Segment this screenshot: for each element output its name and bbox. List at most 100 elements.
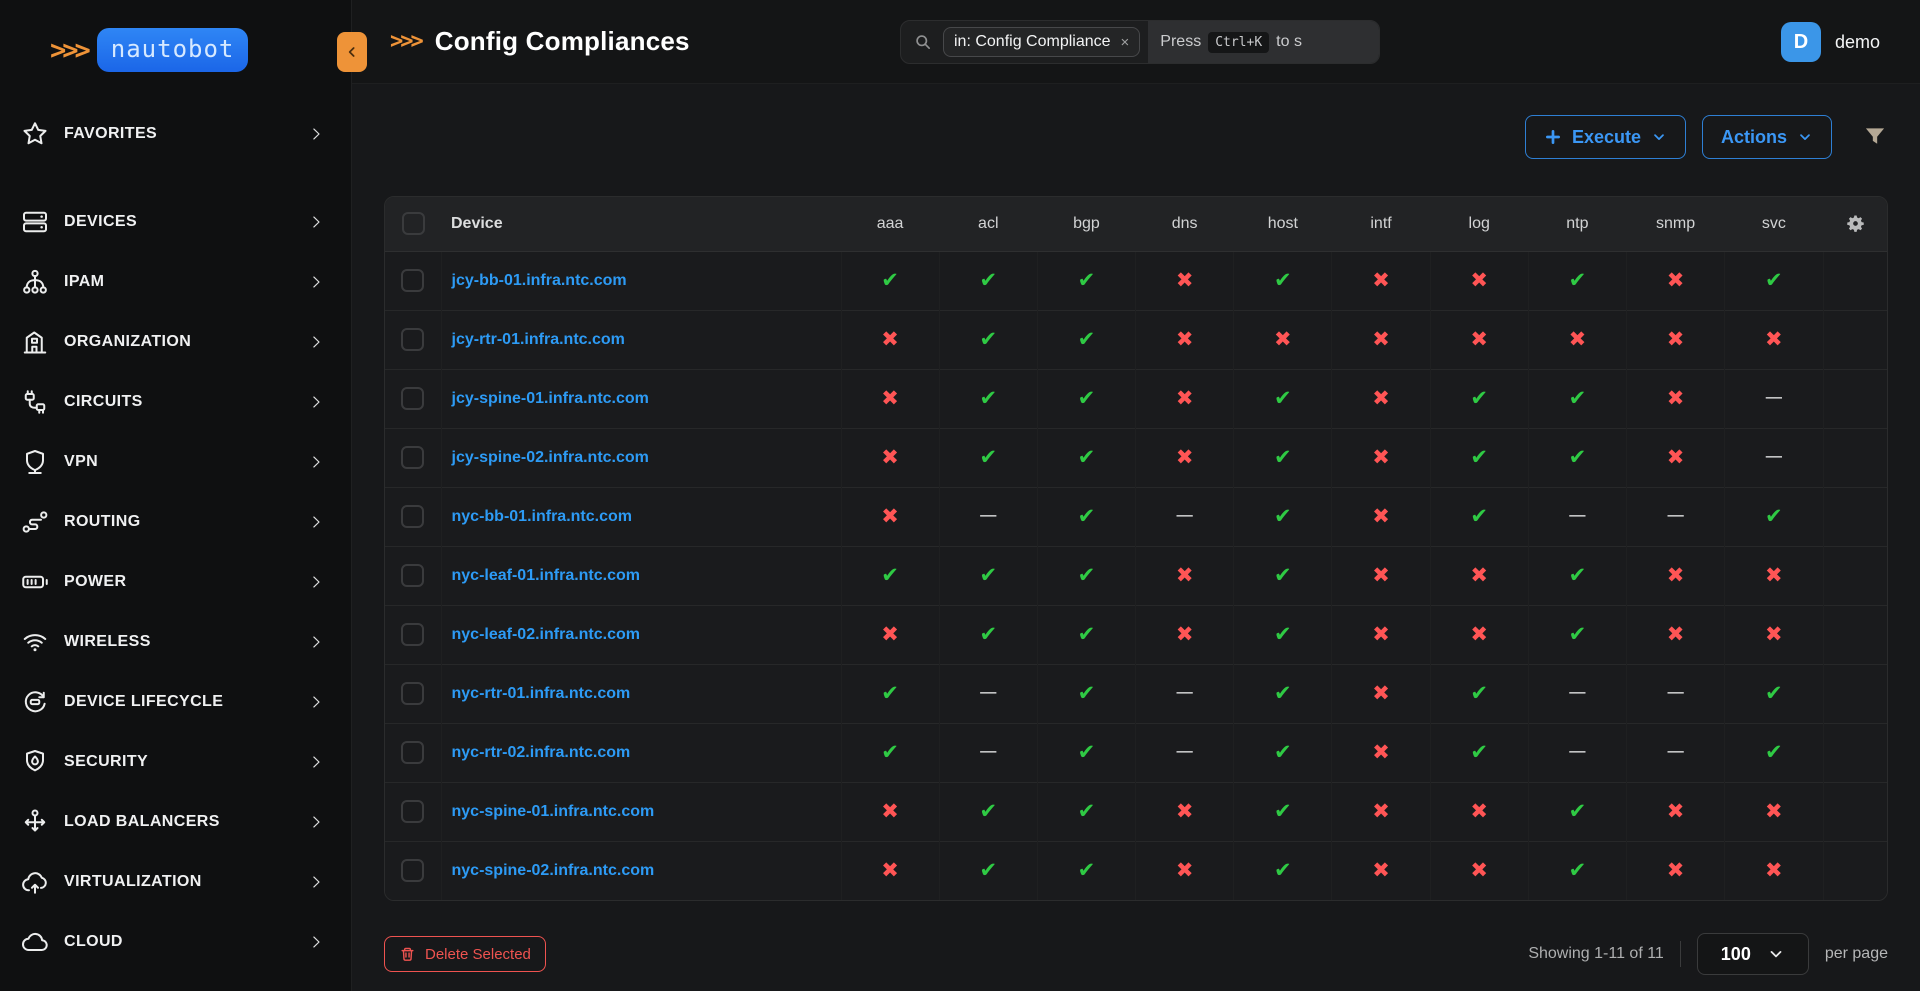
- sidebar-item-routing[interactable]: ROUTING: [0, 492, 351, 552]
- status-cell: —: [1136, 723, 1234, 782]
- check-icon: ✔: [1274, 799, 1292, 823]
- table-row: jcy-spine-02.infra.ntc.com✖✔✔✖✔✖✔✔✖—: [385, 428, 1887, 487]
- sidebar-item-vpn[interactable]: VPN: [0, 432, 351, 492]
- x-icon: ✖: [1765, 563, 1783, 587]
- sidebar-item-cloud[interactable]: CLOUD: [0, 912, 351, 972]
- status-cell: ✔: [1528, 251, 1626, 310]
- status-cell: —: [939, 723, 1037, 782]
- status-cell: —: [1528, 723, 1626, 782]
- sidebar-item-circuits[interactable]: CIRCUITS: [0, 372, 351, 432]
- check-icon: ✔: [881, 563, 899, 587]
- wireless-icon: [20, 627, 50, 657]
- table-row: nyc-bb-01.infra.ntc.com✖—✔—✔✖✔——✔: [385, 487, 1887, 546]
- row-checkbox[interactable]: [401, 269, 424, 292]
- x-icon: ✖: [1176, 327, 1194, 351]
- user-menu[interactable]: D demo: [1781, 0, 1880, 84]
- row-checkbox[interactable]: [401, 623, 424, 646]
- status-cell: —: [1136, 487, 1234, 546]
- row-checkbox[interactable]: [401, 446, 424, 469]
- status-cell: ✔: [1725, 251, 1823, 310]
- remove-scope-icon[interactable]: ×: [1121, 35, 1130, 50]
- status-cell: ✖: [1430, 841, 1528, 900]
- device-link[interactable]: nyc-rtr-02.infra.ntc.com: [452, 744, 631, 761]
- sidebar-item-virtualization[interactable]: VIRTUALIZATION: [0, 852, 351, 912]
- x-icon: ✖: [881, 799, 899, 823]
- device-link[interactable]: jcy-bb-01.infra.ntc.com: [452, 272, 627, 289]
- sidebar-item-label: DEVICES: [64, 213, 307, 231]
- dash-icon: —: [1568, 505, 1586, 526]
- username: demo: [1835, 32, 1880, 53]
- device-link[interactable]: jcy-spine-02.infra.ntc.com: [452, 449, 649, 466]
- x-icon: ✖: [1176, 563, 1194, 587]
- delete-selected-button[interactable]: Delete Selected: [384, 936, 546, 972]
- check-icon: ✔: [1569, 858, 1587, 882]
- device-link[interactable]: nyc-leaf-01.infra.ntc.com: [452, 567, 641, 584]
- status-cell: ✔: [939, 251, 1037, 310]
- sidebar-item-organization[interactable]: ORGANIZATION: [0, 312, 351, 372]
- column-header-intf: intf: [1332, 197, 1430, 251]
- compliance-table: Deviceaaaaclbgpdnshostintflogntpsnmpsvc …: [385, 197, 1887, 900]
- column-header-snmp: snmp: [1627, 197, 1725, 251]
- ctrl-k-kbd: Ctrl+K: [1208, 32, 1269, 53]
- check-icon: ✔: [979, 858, 997, 882]
- column-header-bgp: bgp: [1037, 197, 1135, 251]
- status-cell: ✖: [1136, 546, 1234, 605]
- row-checkbox[interactable]: [401, 387, 424, 410]
- status-cell: ✖: [1627, 251, 1725, 310]
- status-cell: ✖: [841, 487, 939, 546]
- row-checkbox[interactable]: [401, 505, 424, 528]
- device-link[interactable]: nyc-leaf-02.infra.ntc.com: [452, 626, 641, 643]
- dash-icon: —: [1667, 505, 1685, 526]
- device-link[interactable]: nyc-bb-01.infra.ntc.com: [452, 508, 632, 525]
- search-scope-label: in: Config Compliance: [954, 33, 1111, 51]
- execute-button[interactable]: Execute: [1525, 115, 1686, 159]
- page-size-select[interactable]: 100: [1697, 933, 1809, 975]
- sidebar-item-power[interactable]: POWER: [0, 552, 351, 612]
- device-link[interactable]: nyc-spine-02.infra.ntc.com: [452, 862, 655, 879]
- status-cell: ✖: [1725, 546, 1823, 605]
- sidebar-item-security[interactable]: SECURITY: [0, 732, 351, 792]
- filter-icon[interactable]: [1862, 124, 1888, 150]
- status-cell: ✔: [939, 782, 1037, 841]
- sidebar-item-ipam[interactable]: IPAM: [0, 252, 351, 312]
- device-link[interactable]: nyc-rtr-01.infra.ntc.com: [452, 685, 631, 702]
- search-icon: [913, 32, 933, 52]
- row-checkbox[interactable]: [401, 682, 424, 705]
- row-checkbox[interactable]: [401, 741, 424, 764]
- sidebar-collapse-button[interactable]: [337, 32, 367, 72]
- chevron-left-icon: [344, 44, 360, 60]
- row-checkbox[interactable]: [401, 564, 424, 587]
- select-all-checkbox[interactable]: [402, 212, 425, 235]
- sidebar-item-favorites[interactable]: FAVORITES: [0, 104, 351, 164]
- footer-bar: Delete Selected Showing 1-11 of 11 100 p…: [384, 933, 1888, 975]
- sidebar-item-wireless[interactable]: WIRELESS: [0, 612, 351, 672]
- main-content: Execute Actions Deviceaaaaclbgpdnshostin…: [352, 84, 1920, 991]
- device-link[interactable]: nyc-spine-01.infra.ntc.com: [452, 803, 655, 820]
- table-row: jcy-rtr-01.infra.ntc.com✖✔✔✖✖✖✖✖✖✖: [385, 310, 1887, 369]
- search-scope-tag[interactable]: in: Config Compliance ×: [943, 27, 1140, 57]
- status-cell: ✔: [1037, 546, 1135, 605]
- global-search[interactable]: in: Config Compliance × Press Ctrl+K to …: [900, 20, 1380, 64]
- sidebar-item-device-lifecycle[interactable]: DEVICE LIFECYCLE: [0, 672, 351, 732]
- nautobot-logo[interactable]: >>> nautobot: [0, 0, 351, 72]
- sidebar-item-devices[interactable]: DEVICES: [0, 192, 351, 252]
- search-shortcut-hint[interactable]: Press Ctrl+K to s: [1148, 21, 1379, 63]
- table-settings-gear-icon[interactable]: [1823, 213, 1887, 234]
- device-link[interactable]: jcy-rtr-01.infra.ntc.com: [452, 331, 625, 348]
- sidebar-item-label: ROUTING: [64, 513, 307, 531]
- actions-button[interactable]: Actions: [1702, 115, 1832, 159]
- column-header-device[interactable]: Device: [441, 197, 841, 251]
- dash-icon: —: [1765, 446, 1783, 467]
- device-link[interactable]: jcy-spine-01.infra.ntc.com: [452, 390, 649, 407]
- row-checkbox[interactable]: [401, 800, 424, 823]
- sidebar-item-load-balancers[interactable]: LOAD BALANCERS: [0, 792, 351, 852]
- x-icon: ✖: [1372, 681, 1390, 705]
- row-checkbox[interactable]: [401, 328, 424, 351]
- row-checkbox[interactable]: [401, 859, 424, 882]
- hint-suffix: to s: [1276, 33, 1302, 51]
- check-icon: ✔: [979, 386, 997, 410]
- status-cell: ✔: [1234, 664, 1332, 723]
- status-cell: ✔: [841, 664, 939, 723]
- x-icon: ✖: [881, 386, 899, 410]
- status-cell: ✔: [1528, 546, 1626, 605]
